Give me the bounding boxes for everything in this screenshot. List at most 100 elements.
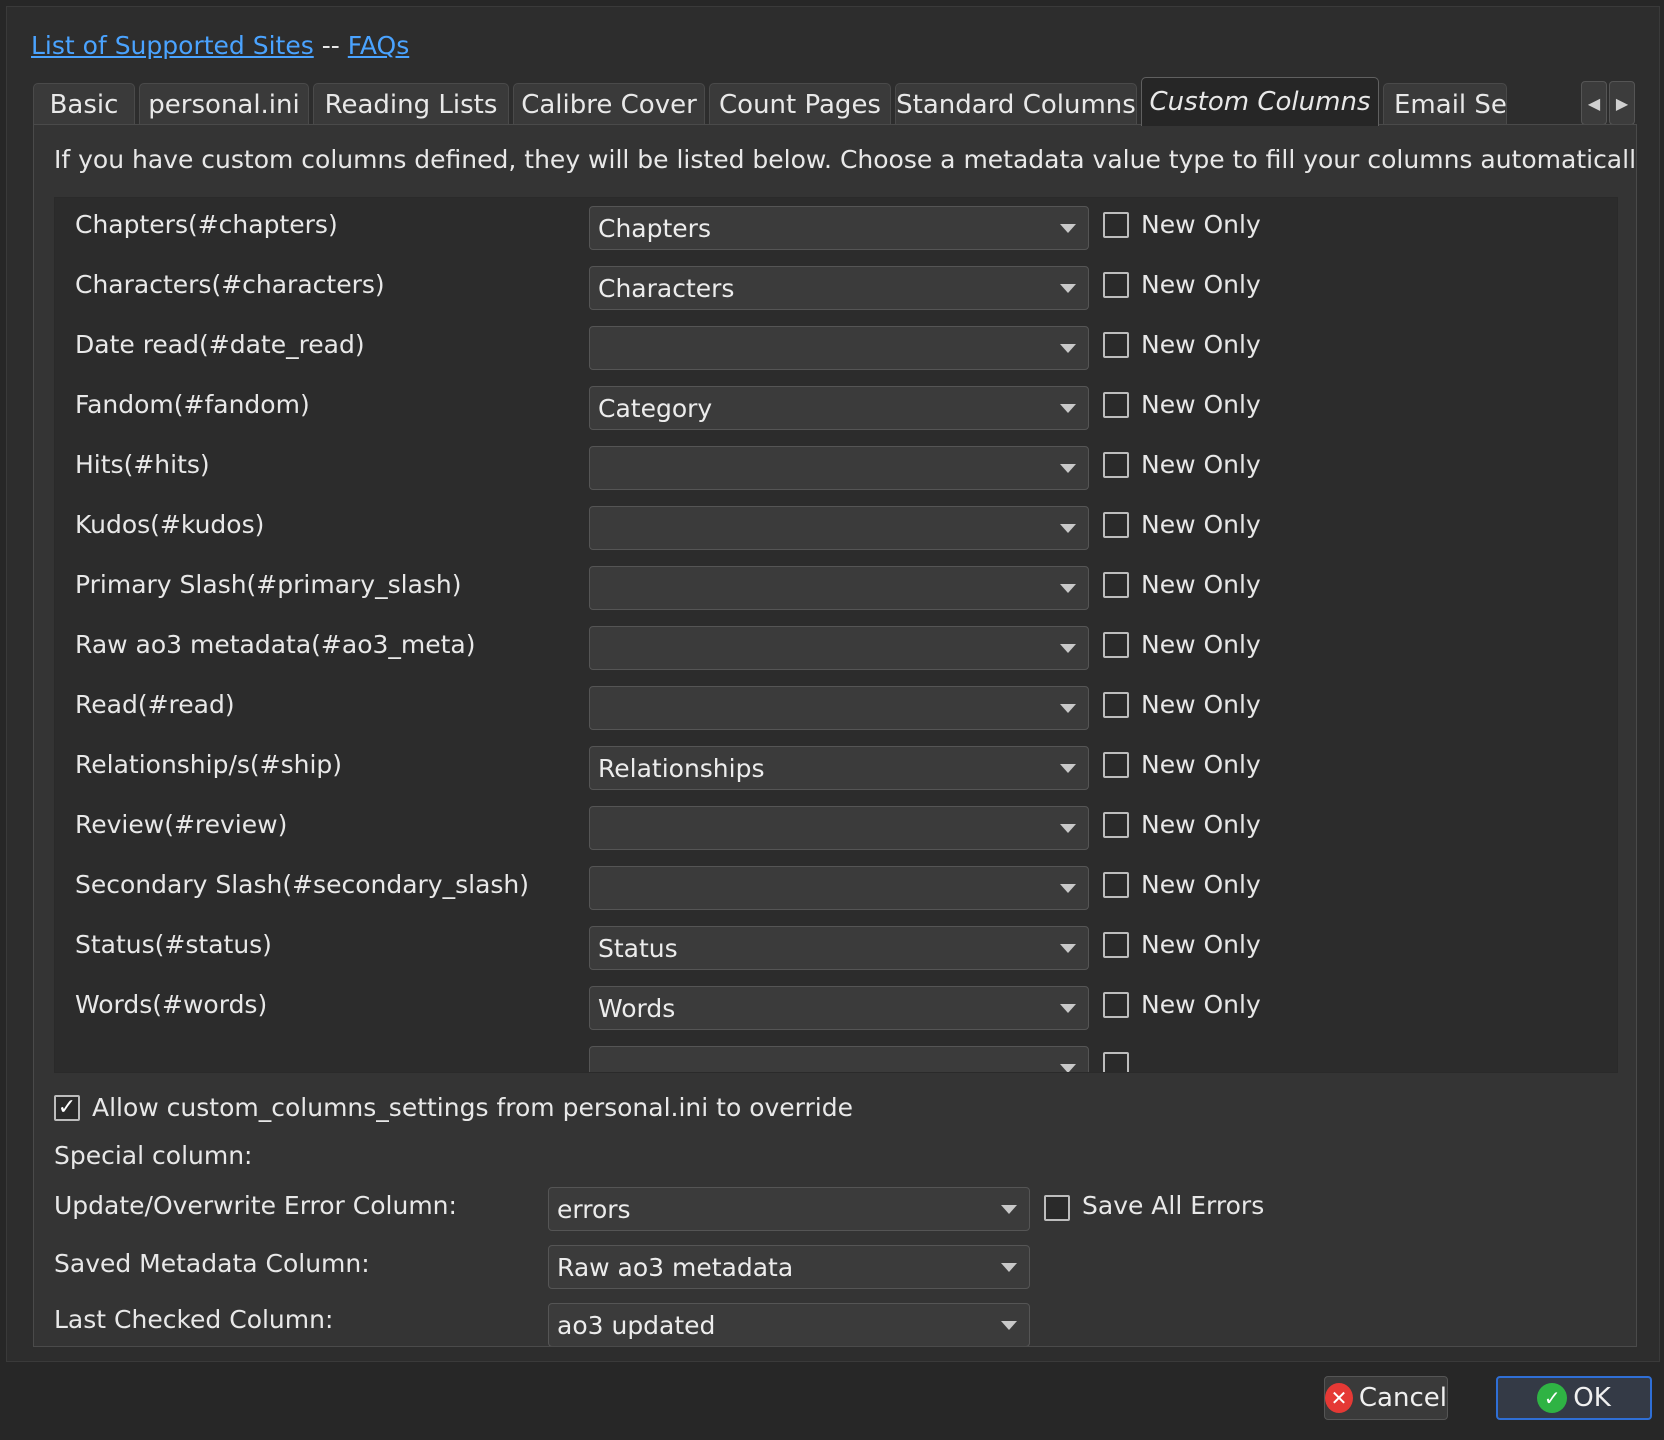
- chevron-down-icon: [1001, 1321, 1017, 1330]
- metadata-type-select[interactable]: [589, 1046, 1089, 1072]
- new-only-checkbox[interactable]: [1103, 812, 1129, 838]
- error-column-label: Update/Overwrite Error Column:: [54, 1191, 457, 1220]
- tab-reading-lists[interactable]: Reading Lists: [313, 83, 509, 125]
- saved-metadata-select[interactable]: Raw ao3 metadata: [548, 1245, 1030, 1289]
- new-only-checkbox[interactable]: [1103, 332, 1129, 358]
- column-name: Fandom(#fandom): [75, 390, 310, 419]
- column-name: Raw ao3 metadata(#ao3_meta): [75, 630, 476, 659]
- column-row: Characters(#characters) Characters New O…: [55, 258, 1617, 318]
- new-only-checkbox[interactable]: [1103, 872, 1129, 898]
- new-only-checkbox[interactable]: [1103, 752, 1129, 778]
- select-value: ao3 updated: [557, 1310, 716, 1340]
- new-only-checkbox[interactable]: [1103, 272, 1129, 298]
- new-only-checkbox[interactable]: [1103, 992, 1129, 1018]
- tab-custom-columns[interactable]: Custom Columns: [1141, 77, 1379, 126]
- new-only-label: New Only: [1141, 270, 1261, 299]
- metadata-type-select[interactable]: [589, 686, 1089, 730]
- column-name: Review(#review): [75, 810, 288, 839]
- chevron-down-icon: [1001, 1205, 1017, 1214]
- column-name: Kudos(#kudos): [75, 510, 265, 539]
- custom-columns-list[interactable]: Chapters(#chapters) Chapters New Only Ch…: [54, 197, 1618, 1073]
- tab-personal-ini[interactable]: personal.ini: [139, 83, 309, 125]
- column-name: Characters(#characters): [75, 270, 385, 299]
- select-value: Status: [598, 933, 678, 963]
- select-value: errors: [557, 1194, 631, 1224]
- select-value: Characters: [598, 273, 735, 303]
- metadata-type-select[interactable]: Words: [589, 986, 1089, 1030]
- tab-scroll-left-button[interactable]: ◀: [1581, 81, 1607, 125]
- chevron-down-icon: [1060, 944, 1076, 953]
- new-only-label: New Only: [1141, 870, 1261, 899]
- chevron-down-icon: [1001, 1263, 1017, 1272]
- metadata-type-select[interactable]: Status: [589, 926, 1089, 970]
- new-only-label: New Only: [1141, 810, 1261, 839]
- metadata-type-select[interactable]: [589, 506, 1089, 550]
- column-row: [55, 1038, 1617, 1072]
- metadata-type-select[interactable]: [589, 566, 1089, 610]
- column-row: Hits(#hits) New Only: [55, 438, 1617, 498]
- error-column-select[interactable]: errors: [548, 1187, 1030, 1231]
- chevron-down-icon: [1060, 1064, 1076, 1072]
- column-name: Date read(#date_read): [75, 330, 365, 359]
- chevron-down-icon: [1060, 884, 1076, 893]
- select-value: Relationships: [598, 753, 765, 783]
- last-checked-label: Last Checked Column:: [54, 1305, 334, 1334]
- metadata-type-select[interactable]: Category: [589, 386, 1089, 430]
- tab-standard-columns[interactable]: Standard Columns: [895, 83, 1137, 125]
- new-only-checkbox[interactable]: [1103, 692, 1129, 718]
- new-only-label: New Only: [1141, 690, 1261, 719]
- new-only-checkbox[interactable]: [1103, 632, 1129, 658]
- triangle-right-icon: ▶: [1615, 93, 1629, 113]
- tab-basic[interactable]: Basic: [33, 83, 135, 125]
- triangle-left-icon: ◀: [1587, 93, 1601, 113]
- column-name: Relationship/s(#ship): [75, 750, 343, 779]
- select-value: Words: [598, 993, 676, 1023]
- cancel-icon: ✕: [1325, 1383, 1353, 1413]
- save-all-errors-checkbox[interactable]: [1044, 1195, 1070, 1221]
- chevron-down-icon: [1060, 764, 1076, 773]
- metadata-type-select[interactable]: [589, 446, 1089, 490]
- column-name: Status(#status): [75, 930, 272, 959]
- new-only-checkbox[interactable]: [1103, 212, 1129, 238]
- metadata-type-select[interactable]: Characters: [589, 266, 1089, 310]
- tab-calibre-cover[interactable]: Calibre Cover: [513, 83, 705, 125]
- cancel-button[interactable]: ✕ Cancel: [1324, 1376, 1448, 1420]
- new-only-checkbox[interactable]: [1103, 392, 1129, 418]
- ok-button[interactable]: ✓ OK: [1496, 1376, 1652, 1420]
- chevron-down-icon: [1060, 584, 1076, 593]
- select-value: Raw ao3 metadata: [557, 1252, 794, 1282]
- column-row: Kudos(#kudos) New Only: [55, 498, 1617, 558]
- tab-count-pages[interactable]: Count Pages: [709, 83, 891, 125]
- new-only-checkbox[interactable]: [1103, 512, 1129, 538]
- chevron-down-icon: [1060, 524, 1076, 533]
- tab-email-settings[interactable]: Email Set: [1383, 83, 1507, 125]
- metadata-type-select[interactable]: [589, 806, 1089, 850]
- new-only-label: New Only: [1141, 450, 1261, 479]
- new-only-checkbox[interactable]: [1103, 1052, 1129, 1072]
- save-all-errors-label: Save All Errors: [1082, 1191, 1265, 1220]
- column-row: Primary Slash(#primary_slash) New Only: [55, 558, 1617, 618]
- allow-override-label: Allow custom_columns_settings from perso…: [92, 1093, 853, 1122]
- column-row: Status(#status) Status New Only: [55, 918, 1617, 978]
- supported-sites-link[interactable]: List of Supported Sites: [31, 31, 314, 60]
- column-row: Chapters(#chapters) Chapters New Only: [55, 198, 1617, 258]
- chevron-down-icon: [1060, 704, 1076, 713]
- new-only-checkbox[interactable]: [1103, 932, 1129, 958]
- new-only-checkbox[interactable]: [1103, 572, 1129, 598]
- last-checked-select[interactable]: ao3 updated: [548, 1303, 1030, 1346]
- metadata-type-select[interactable]: Chapters: [589, 206, 1089, 250]
- settings-dialog: List of Supported Sites -- FAQs Basic pers…: [6, 6, 1660, 1362]
- column-name: Secondary Slash(#secondary_slash): [75, 870, 530, 899]
- column-name: Primary Slash(#primary_slash): [75, 570, 462, 599]
- metadata-type-select[interactable]: [589, 326, 1089, 370]
- new-only-checkbox[interactable]: [1103, 452, 1129, 478]
- new-only-label: New Only: [1141, 330, 1261, 359]
- faqs-link[interactable]: FAQs: [348, 31, 409, 60]
- metadata-type-select[interactable]: Relationships: [589, 746, 1089, 790]
- column-name: Chapters(#chapters): [75, 210, 338, 239]
- new-only-label: New Only: [1141, 930, 1261, 959]
- metadata-type-select[interactable]: [589, 626, 1089, 670]
- tab-scroll-right-button[interactable]: ▶: [1609, 81, 1635, 125]
- metadata-type-select[interactable]: [589, 866, 1089, 910]
- allow-override-checkbox[interactable]: ✓: [54, 1095, 80, 1121]
